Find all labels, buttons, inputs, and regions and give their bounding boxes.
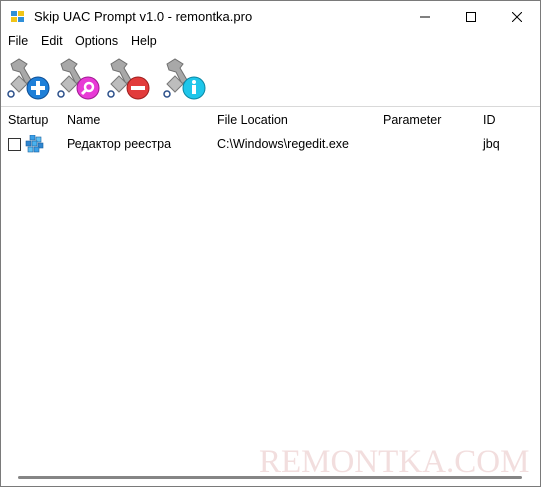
list-header: Startup Name File Location Parameter ID [1, 107, 540, 132]
column-header-file-location[interactable]: File Location [217, 113, 288, 127]
menu-file[interactable]: File [8, 34, 28, 48]
cell-file-location: C:\Windows\regedit.exe [217, 137, 350, 151]
wrench-info-icon [163, 58, 206, 100]
menu-bar: File Edit Options Help [1, 32, 540, 52]
maximize-icon [466, 11, 476, 22]
maximize-button[interactable] [448, 1, 494, 32]
table-row[interactable]: Редактор реестра C:\Windows\regedit.exe … [1, 134, 540, 154]
watermark: REMONTKA.COM [259, 444, 530, 480]
about-button[interactable] [161, 56, 207, 102]
column-header-parameter[interactable]: Parameter [383, 113, 441, 127]
wrench-add-icon [7, 58, 50, 100]
registry-editor-icon [25, 135, 44, 153]
window-title: Skip UAC Prompt v1.0 - remontka.pro [34, 9, 253, 24]
remove-program-button[interactable] [105, 56, 151, 102]
menu-edit[interactable]: Edit [41, 34, 63, 48]
cell-id: jbq [483, 137, 500, 151]
edit-program-button[interactable] [55, 56, 101, 102]
menu-help[interactable]: Help [131, 34, 157, 48]
close-icon [512, 11, 522, 22]
add-program-button[interactable] [5, 56, 51, 102]
program-list[interactable]: Startup Name File Location Parameter ID … [1, 106, 540, 472]
column-header-startup[interactable]: Startup [8, 113, 48, 127]
minimize-button[interactable] [402, 1, 448, 32]
startup-checkbox[interactable] [8, 138, 21, 151]
toolbar [1, 53, 540, 105]
title-bar[interactable]: Skip UAC Prompt v1.0 - remontka.pro [1, 1, 540, 32]
wrench-edit-icon [57, 58, 100, 100]
cell-name: Редактор реестра [67, 137, 172, 151]
menu-options[interactable]: Options [75, 34, 118, 48]
app-window: Skip UAC Prompt v1.0 - remontka.pro File… [0, 0, 541, 487]
wrench-remove-icon [107, 58, 150, 100]
minimize-icon [420, 16, 430, 17]
close-button[interactable] [494, 1, 540, 32]
column-header-name[interactable]: Name [67, 113, 100, 127]
column-header-id[interactable]: ID [483, 113, 496, 127]
app-icon [11, 11, 24, 22]
